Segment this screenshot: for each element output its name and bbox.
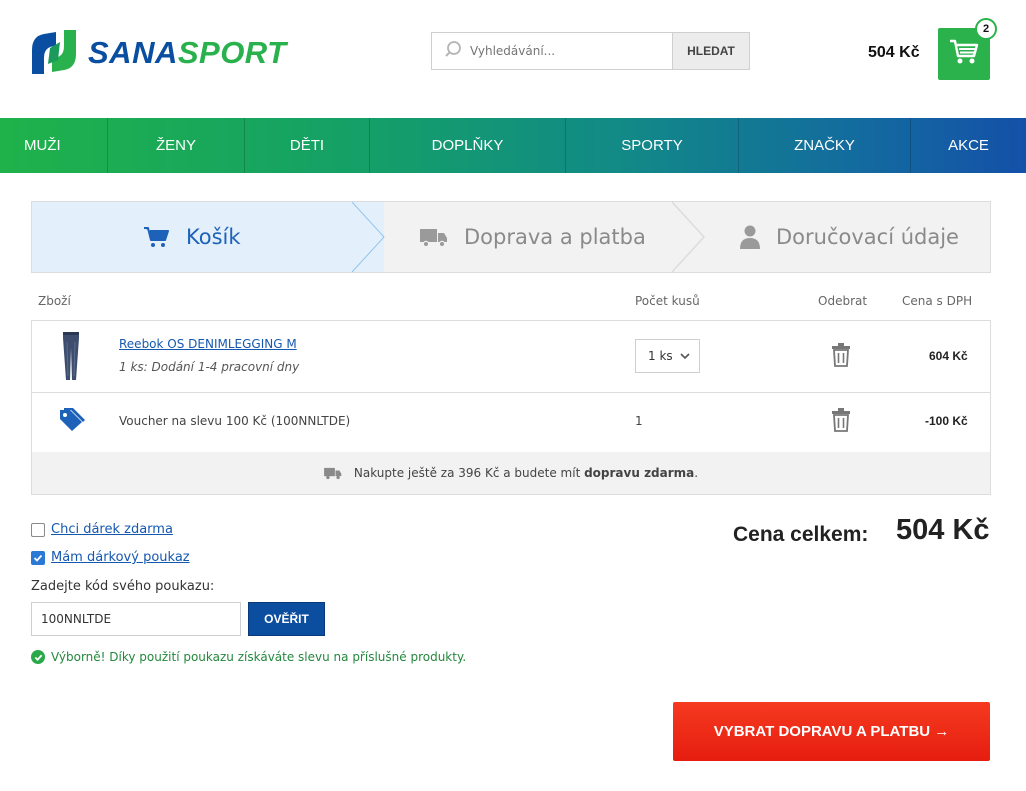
cart-total[interactable]: 504 Kč <box>868 44 920 62</box>
truck-icon <box>323 466 342 480</box>
search-input[interactable] <box>470 44 660 58</box>
step-delivery-label: Doručovací údaje <box>776 225 959 249</box>
header-remove: Odebrat <box>818 294 868 308</box>
remove-product-button[interactable] <box>831 343 851 371</box>
nav-item-akce[interactable]: AKCE <box>911 118 1026 173</box>
checkmark-icon <box>33 554 43 562</box>
gift-link[interactable]: Chci dárek zdarma <box>51 522 173 537</box>
row-divider <box>32 392 990 393</box>
shipping-note-suffix: . <box>694 466 699 480</box>
header-price: Cena s DPH <box>902 294 973 308</box>
logo-text: SANASPORT <box>88 35 287 71</box>
voucher-success-message: Výborně! Díky použití poukazu získáváte … <box>31 650 466 664</box>
verify-button[interactable]: OVĚŘIT <box>248 602 325 636</box>
product-link[interactable]: Reebok OS DENIMLEGGING M <box>119 337 297 351</box>
total-value: 504 Kč <box>896 514 990 546</box>
voucher-code-input[interactable] <box>31 602 241 636</box>
tag-icon <box>58 408 86 436</box>
nav-item-zeny[interactable]: ŽENY <box>108 118 245 173</box>
header-qty: Počet kusů <box>635 294 700 308</box>
checkout-steps: Košík Doprava a platba Doručovací údaje <box>31 201 991 273</box>
voucher-price: -100 Kč <box>925 414 968 428</box>
cart-icon <box>949 38 979 70</box>
header-item: Zboží <box>38 294 71 308</box>
search-button[interactable]: HLEDAT <box>672 32 750 70</box>
product-image[interactable] <box>55 330 87 382</box>
voucher-qty: 1 <box>635 414 643 428</box>
trash-icon <box>831 343 851 371</box>
nav-item-deti[interactable]: DĚTI <box>245 118 370 173</box>
nav-item-muzi[interactable]: MUŽI <box>0 118 108 173</box>
total-label: Cena celkem: <box>733 523 869 546</box>
trash-icon <box>831 408 851 436</box>
free-shipping-note: Nakupte ještě za 396 Kč a budete mít dop… <box>32 452 990 494</box>
search-bar: HLEDAT <box>431 32 750 70</box>
step-cart[interactable]: Košík <box>144 202 241 272</box>
gift-checkbox[interactable] <box>31 522 45 537</box>
step-cart-arrow <box>352 202 385 272</box>
logo-mark-icon <box>30 30 78 75</box>
gift-option[interactable]: Chci dárek zdarma <box>31 522 173 537</box>
logo-text-sport: SPORT <box>177 34 287 70</box>
quantity-select[interactable]: 1 ks <box>635 339 700 373</box>
step-shipping-label: Doprava a platba <box>464 225 646 249</box>
user-icon <box>740 225 760 249</box>
quantity-value: 1 ks <box>648 349 673 363</box>
step-cart-label: Košík <box>186 225 241 249</box>
voucher-name: Voucher na slevu 100 Kč (100NNLTDE) <box>119 414 351 428</box>
choose-shipping-button[interactable]: VYBRAT DOPRAVU A PLATBU → <box>673 702 990 761</box>
step-delivery-details[interactable]: Doručovací údaje <box>740 202 959 272</box>
shipping-note-bold: dopravu zdarma <box>584 466 695 480</box>
chevron-down-icon <box>679 350 691 365</box>
search-icon <box>444 40 462 62</box>
remove-voucher-button[interactable] <box>831 408 851 436</box>
voucher-checkbox[interactable] <box>31 550 45 565</box>
product-price: 604 Kč <box>929 349 968 363</box>
step-shipping[interactable]: Doprava a platba <box>420 202 646 272</box>
voucher-option[interactable]: Mám dárkový poukaz <box>31 550 190 565</box>
success-text: Výborně! Díky použití poukazu získáváte … <box>51 650 467 664</box>
voucher-link[interactable]: Mám dárkový poukaz <box>51 550 190 565</box>
site-logo[interactable]: SANASPORT <box>30 30 310 75</box>
step-shipping-arrow <box>672 202 706 272</box>
shipping-note-prefix: Nakupte ještě za 396 Kč a budete mít <box>353 466 585 480</box>
cart-icon <box>144 226 170 248</box>
nav-item-sporty[interactable]: SPORTY <box>566 118 739 173</box>
main-nav: MUŽI ŽENY DĚTI DOPLŇKY SPORTY ZNAČKY AKC… <box>0 118 1026 173</box>
product-delivery-info: 1 ks: Dodání 1-4 pracovní dny <box>119 360 300 374</box>
truck-icon <box>420 226 448 248</box>
nav-item-doplnky[interactable]: DOPLŇKY <box>370 118 566 173</box>
logo-text-sana: SANA <box>88 34 178 70</box>
cart-count-badge: 2 <box>975 18 997 40</box>
nav-item-znacky[interactable]: ZNAČKY <box>739 118 911 173</box>
search-box[interactable] <box>431 32 672 70</box>
voucher-code-label: Zadejte kód svého poukazu: <box>31 579 215 594</box>
check-circle-icon <box>31 650 45 664</box>
